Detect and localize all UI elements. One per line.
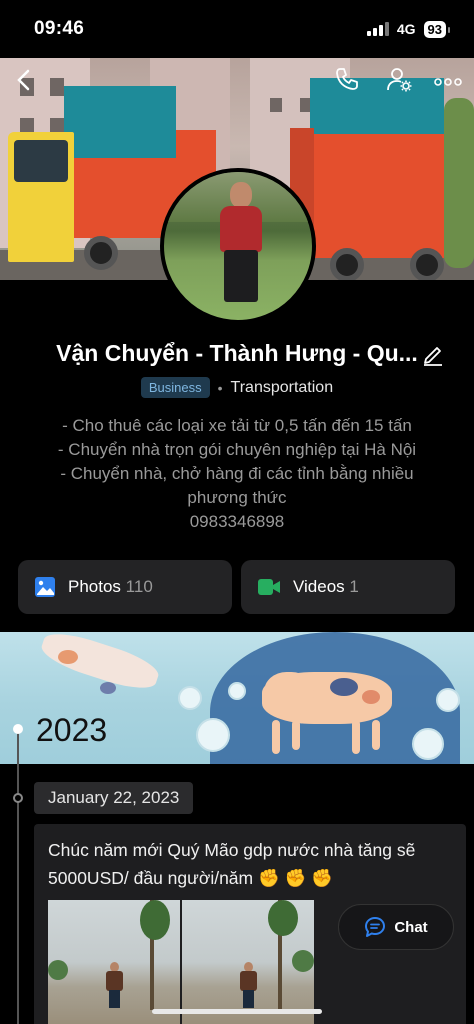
- user-settings-icon: [387, 68, 412, 92]
- call-button[interactable]: [334, 66, 360, 97]
- chevron-left-icon: [17, 69, 30, 91]
- post-photo[interactable]: [182, 900, 314, 1024]
- bio-line: - Chuyển nhà trọn gói chuyên nghiệp tại …: [57, 440, 417, 459]
- business-category: Transportation: [230, 378, 334, 396]
- more-dots-icon: [434, 78, 462, 86]
- chat-bubble-icon: [365, 917, 386, 937]
- videos-count: 1: [349, 577, 359, 596]
- videos-button[interactable]: Videos 1: [241, 560, 455, 614]
- post-photo[interactable]: [48, 900, 180, 1024]
- truck-cargo: [310, 134, 444, 258]
- status-indicators: 4G 93: [366, 20, 451, 38]
- home-indicator[interactable]: [152, 1009, 322, 1014]
- avatar[interactable]: [160, 168, 316, 324]
- post-text: Chúc năm mới Quý Mão gdp nước nhà tăng s…: [48, 840, 416, 888]
- bio-line: - Chuyển nhà, chở hàng đi các tỉnh bằng …: [60, 464, 414, 483]
- timeline-year: 2023: [36, 712, 108, 748]
- edit-profile-button[interactable]: [422, 342, 444, 371]
- bio-line: phương thức: [187, 488, 287, 507]
- profile-tags: Business • Transportation: [0, 377, 474, 398]
- status-bar: 09:46 4G 93: [0, 0, 474, 58]
- photos-count: 110: [125, 577, 153, 596]
- signal-icon: [366, 22, 389, 36]
- network-type: 4G: [396, 21, 416, 37]
- phone-icon: [336, 68, 358, 90]
- more-options-button[interactable]: [434, 74, 462, 92]
- videos-label: Videos: [293, 577, 345, 596]
- timeline-line: [17, 732, 19, 1024]
- pencil-icon: [424, 347, 442, 366]
- bio-phone[interactable]: 0983346898: [30, 510, 444, 534]
- separator: •: [217, 379, 223, 396]
- post-date: January 22, 2023: [34, 782, 194, 814]
- video-camera-icon: [258, 579, 280, 595]
- status-time: 09:46: [34, 18, 85, 39]
- back-button[interactable]: [14, 68, 34, 97]
- photos-icon: [35, 577, 55, 597]
- chat-label: Chat: [394, 918, 428, 936]
- business-badge: Business: [140, 377, 210, 398]
- battery-icon: 93: [423, 20, 451, 38]
- profile-bio: - Cho thuê các loại xe tải từ 0,5 tấn đế…: [30, 414, 444, 534]
- profile-name-row: Vận Chuyển - Thành Hưng - Qu...: [0, 340, 474, 367]
- photos-button[interactable]: Photos 110: [18, 560, 232, 614]
- photos-label: Photos: [68, 577, 121, 596]
- truck-cargo: [64, 86, 176, 158]
- timeline-date-dot: [13, 793, 23, 803]
- truck-cargo: [64, 158, 176, 238]
- truck-cargo: [310, 78, 444, 134]
- bio-line: - Cho thuê các loại xe tải từ 0,5 tấn đế…: [62, 416, 412, 435]
- timeline-year-dot: [13, 724, 23, 734]
- profile-settings-button[interactable]: [386, 66, 414, 99]
- profile-name: Vận Chuyển - Thành Hưng - Qu...: [56, 340, 418, 366]
- chat-button[interactable]: Chat: [338, 904, 454, 950]
